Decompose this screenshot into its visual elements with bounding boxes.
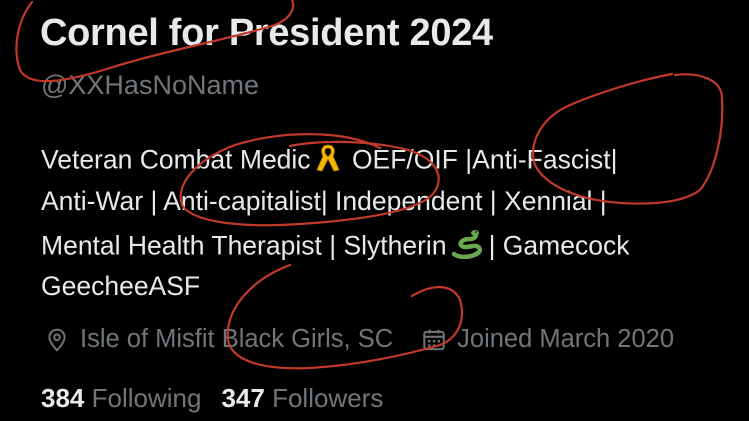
following-label: Following	[91, 383, 202, 413]
bio-line: Anti-War | Anti-capitalist| Independent …	[41, 186, 607, 216]
followers-label: Followers	[272, 383, 384, 413]
bio-line: GeecheeASF	[41, 271, 201, 301]
bio-text: OEF/OIF |Anti-Fascist|	[351, 144, 618, 175]
location-pin-icon	[44, 327, 70, 353]
followers-count: 347	[221, 383, 265, 413]
bio-text: Mental Health Therapist | Slytherin	[41, 230, 447, 261]
following-link[interactable]: 384 Following	[41, 383, 201, 413]
user-handle: @XXHasNoName	[41, 70, 259, 100]
yellow-ribbon-emoji	[315, 143, 341, 180]
bio-text: | Gamecock	[488, 230, 630, 261]
location-text: Isle of Misfit Black Girls, SC	[80, 325, 394, 353]
snake-emoji	[451, 229, 485, 266]
bio-line: Mental Health Therapist | Slytherin | Ga…	[41, 229, 629, 266]
profile-header: Cornel for President 2024 @XXHasNoName V…	[0, 0, 749, 421]
bio-line: Veteran Combat Medic OEF/OIF |Anti-Fasci…	[41, 143, 617, 180]
calendar-icon	[421, 327, 447, 353]
follow-stats: 384 Following 347 Followers	[41, 383, 383, 414]
joined-date: Joined March 2020	[457, 325, 675, 353]
bio-text: Veteran Combat Medic	[41, 144, 311, 175]
following-count: 384	[41, 383, 85, 413]
followers-link[interactable]: 347 Followers	[221, 383, 383, 413]
profile-meta: Isle of Misfit Black Girls, SC Joined Ma…	[44, 325, 674, 354]
display-name: Cornel for President 2024	[40, 12, 493, 54]
